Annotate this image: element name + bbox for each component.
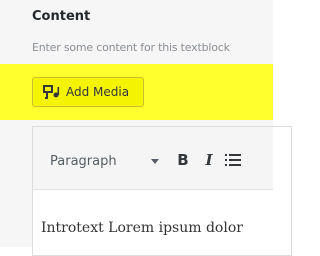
bold-label: B (177, 151, 189, 169)
field-description: Enter some content for this textblock (32, 41, 230, 54)
add-media-icon (43, 85, 60, 99)
italic-label: I (205, 151, 213, 169)
bullet-list-button[interactable] (222, 147, 244, 173)
bold-button[interactable]: B (172, 147, 194, 173)
chevron-down-icon (151, 159, 159, 164)
italic-button[interactable]: I (198, 147, 220, 173)
editor-content[interactable]: Introtext Lorem ipsum dolor (41, 220, 243, 236)
add-media-label: Add Media (66, 85, 130, 99)
field-title: Content (32, 9, 91, 24)
add-media-button[interactable]: Add Media (32, 77, 144, 107)
format-select[interactable]: Paragraph (50, 149, 162, 173)
bullet-list-icon (225, 154, 241, 166)
format-select-value: Paragraph (50, 153, 117, 169)
